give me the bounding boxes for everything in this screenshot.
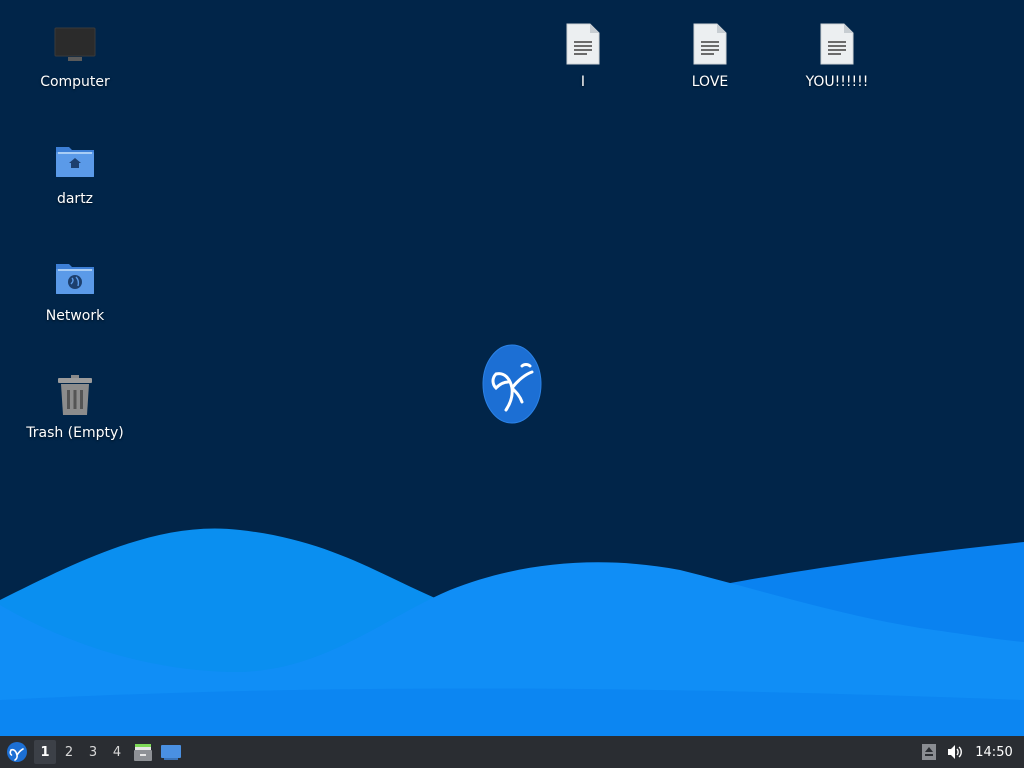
show-desktop-launcher[interactable] — [158, 738, 184, 766]
volume-tray-button[interactable] — [942, 738, 968, 766]
desktop-icon-home-folder[interactable]: dartz — [10, 137, 140, 208]
text-file-icon — [686, 20, 734, 68]
text-file-icon — [813, 20, 861, 68]
desktop-icon-file-i[interactable]: I — [518, 20, 648, 91]
file-manager-launcher[interactable] — [130, 738, 156, 766]
hummingbird-menu-icon — [7, 742, 27, 762]
workspace-3-button[interactable]: 3 — [82, 740, 104, 764]
eject-icon — [922, 744, 936, 760]
taskbar: 1 2 3 4 14:50 — [0, 736, 1024, 768]
network-folder-icon — [51, 254, 99, 302]
file-manager-icon — [134, 744, 152, 761]
workspace-4-button[interactable]: 4 — [106, 740, 128, 764]
desktop-icon-file-love[interactable]: LOVE — [645, 20, 775, 91]
volume-icon — [948, 745, 962, 759]
desktop-icon-trash[interactable]: Trash (Empty) — [10, 371, 140, 442]
workspace-1-button[interactable]: 1 — [34, 740, 56, 764]
text-file-icon — [559, 20, 607, 68]
desktop-icon-file-you[interactable]: YOU!!!!!! — [772, 20, 902, 91]
show-desktop-icon — [161, 745, 181, 760]
desktop-icon-label: Computer — [40, 74, 110, 90]
computer-icon — [51, 20, 99, 68]
wave-front — [0, 688, 1024, 736]
hummingbird-logo-icon — [482, 344, 542, 424]
desktop-icon-label: LOVE — [691, 74, 729, 90]
desktop-icon-label: I — [580, 74, 586, 90]
desktop-icon-label: Trash (Empty) — [26, 425, 124, 441]
eject-tray-button[interactable] — [916, 738, 942, 766]
home-folder-icon — [51, 137, 99, 185]
desktop-icon-label: YOU!!!!!! — [805, 74, 869, 90]
trash-icon — [51, 371, 99, 419]
desktop-icon-computer[interactable]: Computer — [10, 20, 140, 91]
start-menu-button[interactable] — [2, 738, 32, 766]
clock[interactable]: 14:50 — [968, 738, 1020, 766]
workspace-2-button[interactable]: 2 — [58, 740, 80, 764]
desktop-icon-network[interactable]: Network — [10, 254, 140, 325]
desktop-icon-label: dartz — [56, 191, 94, 207]
desktop-icon-label: Network — [45, 308, 105, 324]
desktop[interactable]: Computer dartz Network Trash (Empty) I L… — [0, 0, 1024, 736]
